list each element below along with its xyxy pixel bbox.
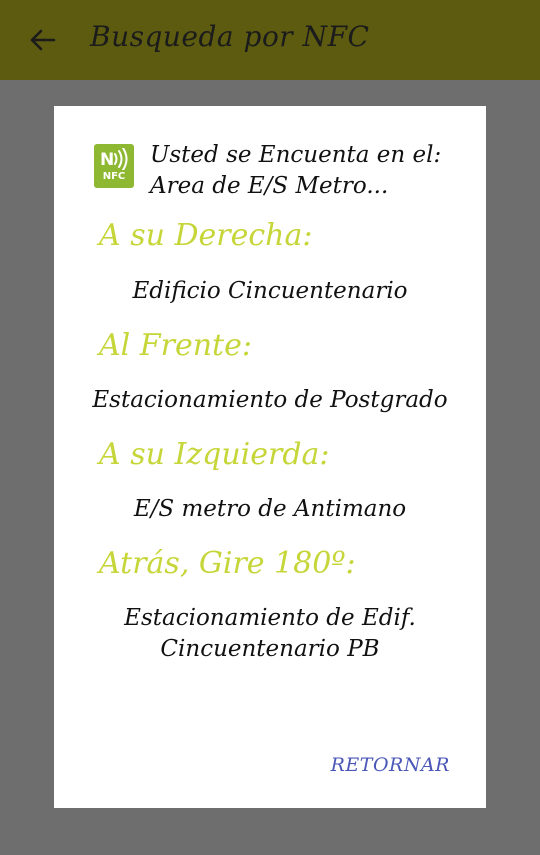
app-bar: Busqueda por NFC <box>0 0 540 80</box>
nfc-icon: N NFC <box>94 144 134 188</box>
left-direction-value: E/S metro de Antimano <box>133 496 407 522</box>
left-direction-label: A su Izquierda: <box>99 437 330 472</box>
behind-direction-value: Estacionamiento de Edif. Cincuentenario … <box>124 605 416 662</box>
directions-dialog: N NFC Usted se Encuenta en el: Area de E… <box>54 106 486 808</box>
arrow-back-icon <box>30 29 56 51</box>
return-button[interactable]: RETORNAR <box>331 754 450 776</box>
back-button[interactable] <box>22 22 62 58</box>
page-title: Busqueda por NFC <box>90 20 370 53</box>
location-header: N NFC Usted se Encuenta en el: Area de E… <box>94 140 454 200</box>
front-direction-value: Estacionamiento de Postgrado <box>92 387 448 413</box>
right-direction-label: A su Derecha: <box>99 218 313 253</box>
nfc-icon-label: NFC <box>102 171 126 182</box>
behind-direction-label: Atrás, Gire 180º: <box>99 546 356 581</box>
front-direction-label: Al Frente: <box>99 328 252 363</box>
current-location-text: Usted se Encuenta en el: Area de E/S Met… <box>150 142 442 199</box>
svg-text:N: N <box>100 150 114 170</box>
right-direction-value: Edificio Cincuentenario <box>132 278 408 304</box>
